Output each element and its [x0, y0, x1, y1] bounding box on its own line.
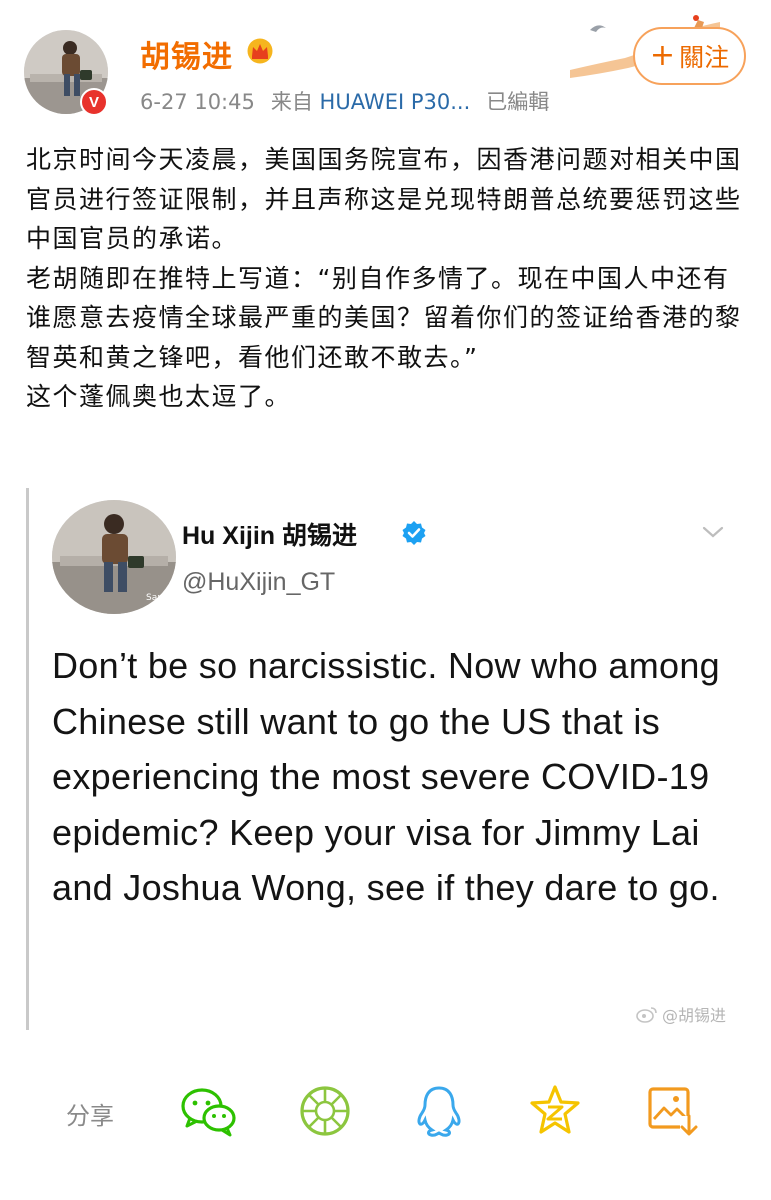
weibo-logo-icon: [636, 1007, 657, 1023]
post-paragraph: 北京时间今天凌晨，美国国务院宣布，因香港问题对相关中国官员进行签证限制，并且声称…: [26, 145, 742, 253]
share-bar: 分享: [0, 1068, 771, 1158]
qzone-icon[interactable]: [526, 1084, 584, 1138]
embedded-tweet-image[interactable]: Sarajo Hu Xijin 胡锡进 @HuXijin_GT Don’t be…: [26, 488, 771, 1030]
share-label: 分享: [66, 1102, 114, 1130]
tweet-avatar: Sarajo: [52, 500, 176, 614]
source-prefix: 来自: [270, 90, 313, 114]
post-date: 6-27 10:45: [140, 90, 255, 114]
moments-icon[interactable]: [296, 1084, 354, 1138]
weibo-watermark: @胡锡进: [636, 1002, 726, 1026]
crown-icon: [247, 38, 273, 64]
weibo-post-screen: V 胡锡进 6-27 10:45 来自 HUAWEI P30... 已編輯 + 關注…: [0, 0, 771, 1200]
post-header: V 胡锡进 6-27 10:45 来自 HUAWEI P30... 已編輯 + 關注: [0, 0, 771, 130]
post-body: 北京时间今天凌晨，美国国务院宣布，因香港问题对相关中国官员进行签证限制，并且声称…: [26, 140, 751, 417]
tweet-handle: @HuXijin_GT: [182, 568, 336, 596]
save-image-icon[interactable]: [644, 1084, 702, 1138]
watermark-text: @胡锡进: [662, 1006, 727, 1025]
post-paragraph: 这个蓬佩奥也太逗了。: [26, 382, 292, 411]
wechat-icon[interactable]: [180, 1084, 238, 1138]
follow-button[interactable]: + 關注: [633, 27, 746, 85]
quote-divider: [26, 488, 29, 1030]
post-meta: 6-27 10:45 来自 HUAWEI P30... 已編輯: [140, 86, 549, 116]
verified-check-icon: [402, 521, 426, 545]
plus-icon: +: [649, 38, 676, 73]
qq-icon[interactable]: [410, 1084, 468, 1138]
chevron-down-icon: [702, 526, 724, 538]
follow-label: 關注: [679, 43, 730, 72]
tweet-text: Don’t be so narcissistic. Now who among …: [52, 645, 720, 908]
verified-badge-icon: V: [80, 88, 108, 116]
tweet-display-name: Hu Xijin 胡锡进: [182, 522, 358, 550]
post-paragraph: 老胡随即在推特上写道：“别自作多情了。现在中国人中还有谁愿意去疫情全球最严重的美…: [26, 263, 742, 372]
author-name[interactable]: 胡锡进: [140, 32, 233, 76]
source-device-link[interactable]: HUAWEI P30...: [320, 90, 471, 114]
avatar-caption: Sarajo: [146, 593, 175, 603]
edited-label: 已編輯: [486, 90, 550, 114]
